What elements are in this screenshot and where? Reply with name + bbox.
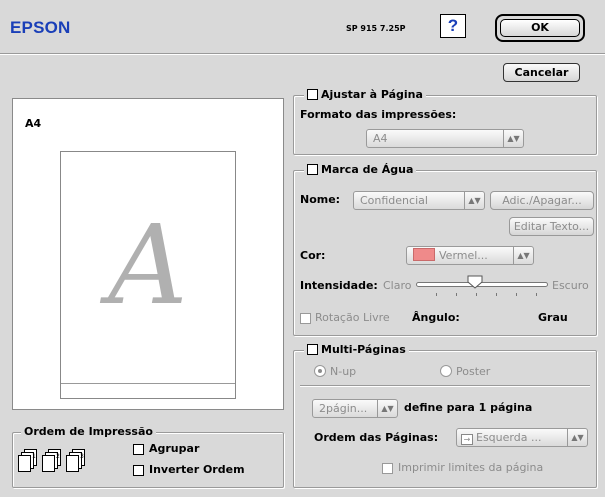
angle-label: Ângulo: bbox=[412, 311, 460, 324]
ok-button[interactable]: OK bbox=[500, 19, 580, 37]
fit-to-page-title: Ajustar à Página bbox=[304, 88, 426, 102]
page-order-value: Esquerda ... bbox=[476, 431, 542, 444]
watermark-label: Marca de Água bbox=[321, 163, 414, 176]
nup-radio[interactable] bbox=[314, 365, 326, 377]
svg-text:3: 3 bbox=[80, 453, 84, 460]
print-order-group: Ordem de Impressão 1 2 3 Agrupar Inverter … bbox=[12, 425, 284, 488]
slider-tick bbox=[476, 293, 477, 296]
intensity-high-label: Escuro bbox=[552, 279, 589, 292]
slider-tick bbox=[436, 293, 437, 296]
output-format-select[interactable]: A4 ▲▼ bbox=[366, 129, 524, 148]
chevron-updown-icon: ▲▼ bbox=[377, 400, 397, 417]
page-preview: A4 A bbox=[12, 98, 284, 410]
arrow-right-icon: → bbox=[461, 434, 473, 445]
preview-page: A bbox=[60, 151, 236, 399]
reverse-order-label: Inverter Ordem bbox=[149, 463, 245, 476]
collate-checkbox[interactable] bbox=[133, 444, 144, 455]
page-order-label: Ordem das Páginas: bbox=[314, 431, 439, 444]
chevron-updown-icon: ▲▼ bbox=[567, 429, 587, 446]
output-format-value: A4 bbox=[373, 132, 388, 145]
fit-to-page-checkbox[interactable] bbox=[307, 89, 318, 100]
header-divider bbox=[0, 53, 605, 55]
color-select[interactable]: Vermel... ▲▼ bbox=[406, 246, 534, 265]
per-page-label: define para 1 página bbox=[404, 401, 533, 414]
multi-page-checkbox[interactable] bbox=[307, 344, 318, 355]
pages-per-sheet-value: 2págin... bbox=[319, 402, 368, 415]
free-rotation-checkbox[interactable] bbox=[300, 313, 311, 324]
watermark-name-select[interactable]: Confidencial ▲▼ bbox=[353, 191, 485, 210]
fit-to-page-label: Ajustar à Página bbox=[321, 88, 423, 101]
multi-page-group: Multi-Páginas N-up Poster 2págin... ▲▼ d… bbox=[293, 343, 597, 488]
cancel-button[interactable]: Cancelar bbox=[503, 63, 580, 82]
print-order-title: Ordem de Impressão bbox=[21, 425, 156, 439]
angle-unit-label: Grau bbox=[538, 311, 568, 324]
page-order-select[interactable]: → Esquerda ... ▲▼ bbox=[456, 428, 588, 447]
poster-radio[interactable] bbox=[440, 365, 452, 377]
multi-page-title: Multi-Páginas bbox=[304, 343, 409, 357]
chevron-updown-icon: ▲▼ bbox=[513, 247, 533, 264]
intensity-label: Intensidade: bbox=[300, 279, 378, 292]
slider-tick bbox=[516, 293, 517, 296]
slider-tick bbox=[456, 293, 457, 296]
slider-tick bbox=[536, 293, 537, 296]
print-borders-checkbox[interactable] bbox=[382, 463, 393, 474]
svg-text:1: 1 bbox=[32, 453, 36, 460]
color-swatch bbox=[413, 248, 435, 261]
nup-radio-option[interactable]: N-up bbox=[314, 365, 356, 378]
watermark-checkbox[interactable] bbox=[307, 164, 318, 175]
reverse-order-checkbox[interactable] bbox=[133, 465, 144, 476]
print-order-icons: 1 2 3 bbox=[18, 449, 85, 472]
poster-label: Poster bbox=[456, 365, 491, 378]
slider-tick bbox=[496, 293, 497, 296]
multi-page-divider bbox=[300, 385, 590, 387]
collate-label: Agrupar bbox=[149, 442, 200, 455]
watermark-name-value: Confidencial bbox=[360, 194, 428, 207]
watermark-group: Marca de Água Nome: Confidencial ▲▼ Adic… bbox=[293, 163, 597, 336]
intensity-low-label: Claro bbox=[383, 279, 412, 292]
nup-label: N-up bbox=[330, 365, 357, 378]
edit-text-button[interactable]: Editar Texto... bbox=[509, 217, 594, 236]
watermark-title: Marca de Água bbox=[304, 163, 417, 177]
multi-page-label: Multi-Páginas bbox=[321, 343, 406, 356]
color-label: Cor: bbox=[300, 249, 326, 262]
svg-text:2: 2 bbox=[56, 453, 60, 460]
stack-order-icon bbox=[18, 449, 85, 472]
free-rotation-label: Rotação Livre bbox=[315, 311, 390, 324]
intensity-slider-thumb[interactable] bbox=[467, 275, 483, 289]
page-margin-line bbox=[61, 383, 235, 384]
printer-model-label: SP 915 7.25P bbox=[346, 24, 406, 33]
paper-size-label: A4 bbox=[25, 117, 42, 130]
watermark-preview-letter: A bbox=[108, 201, 188, 329]
output-format-label: Formato das impressões: bbox=[300, 108, 457, 121]
ok-button-frame: OK bbox=[495, 14, 585, 42]
poster-radio-option[interactable]: Poster bbox=[440, 365, 490, 378]
add-delete-button[interactable]: Adic./Apagar... bbox=[490, 191, 594, 210]
watermark-name-label: Nome: bbox=[300, 193, 341, 206]
epson-logo: EPSON bbox=[10, 18, 71, 37]
chevron-updown-icon: ▲▼ bbox=[503, 130, 523, 147]
color-value: Vermel... bbox=[439, 249, 488, 262]
pages-per-sheet-select[interactable]: 2págin... ▲▼ bbox=[312, 399, 398, 418]
fit-to-page-group: Ajustar à Página Formato das impressões:… bbox=[293, 88, 597, 155]
help-button[interactable]: ? bbox=[440, 14, 466, 38]
chevron-updown-icon: ▲▼ bbox=[464, 192, 484, 209]
print-borders-label: Imprimir limites da página bbox=[398, 461, 544, 474]
